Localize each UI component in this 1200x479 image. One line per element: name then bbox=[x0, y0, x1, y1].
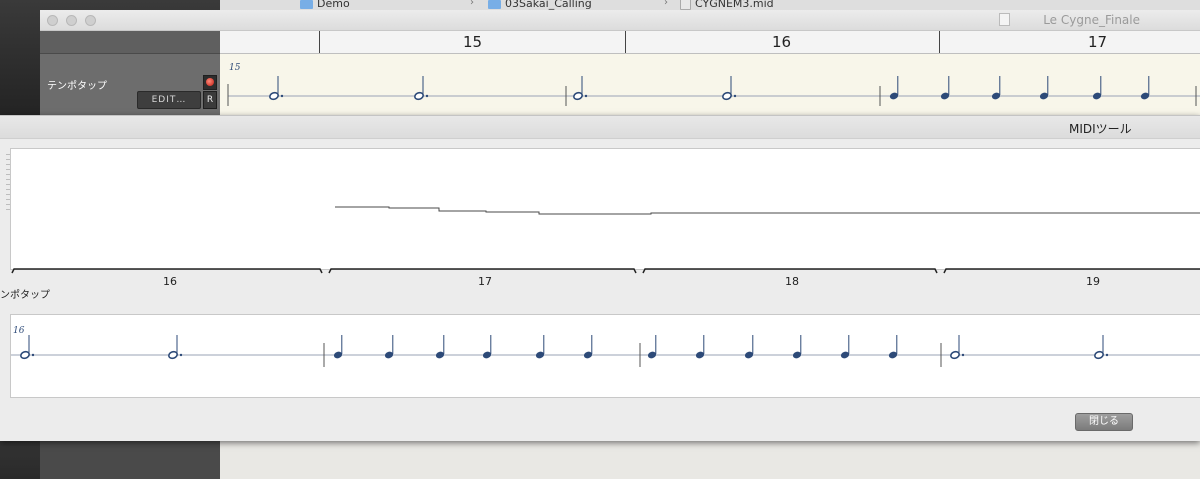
notation-staff: 16 bbox=[11, 326, 1200, 367]
bar-number: 16 bbox=[772, 33, 792, 51]
bar-number: 15 bbox=[463, 33, 483, 51]
score-staff: 15 bbox=[227, 63, 1200, 106]
led-indicator-icon bbox=[206, 78, 214, 86]
dot bbox=[425, 94, 429, 98]
tempo-graph[interactable] bbox=[10, 148, 1200, 270]
measure-bracket bbox=[11, 268, 323, 274]
graph-scale bbox=[0, 148, 10, 268]
midi-tool-titlebar: MIDIツール bbox=[0, 116, 1200, 139]
note-group bbox=[227, 76, 1197, 106]
path-separator: › bbox=[470, 0, 474, 8]
measure-bracket bbox=[328, 268, 637, 274]
dot bbox=[584, 94, 588, 98]
track-header[interactable]: テンポタップ EDIT… R bbox=[40, 31, 220, 120]
zoom-window-button[interactable] bbox=[85, 15, 96, 26]
midi-tool-track-label: ンポタップ bbox=[0, 290, 50, 301]
tempo-graph-svg bbox=[335, 206, 1200, 215]
dot bbox=[733, 94, 737, 98]
bar-line bbox=[939, 31, 940, 53]
measure-number: 16 bbox=[163, 275, 177, 288]
edit-button[interactable]: EDIT… bbox=[137, 91, 201, 109]
measure-bracket bbox=[642, 268, 938, 274]
measure-number-label: 15 bbox=[229, 63, 241, 73]
main-window: Le Cygne_Finale テンポタップ EDIT… R 15 16 17 … bbox=[40, 10, 1200, 120]
dot bbox=[31, 353, 35, 357]
path-crumb-demo[interactable]: Demo bbox=[300, 0, 350, 10]
tempo-curve bbox=[335, 206, 1200, 215]
midi-tool-title: MIDIツール bbox=[1069, 122, 1132, 136]
measure-brackets bbox=[11, 268, 1200, 274]
path-crumb-folder[interactable]: 03Sakai_Calling bbox=[488, 0, 592, 10]
path-separator: › bbox=[664, 0, 668, 8]
measure-bracket bbox=[943, 268, 1200, 274]
bar-number: 17 bbox=[1088, 33, 1108, 51]
minimize-window-button[interactable] bbox=[66, 15, 77, 26]
folder-icon bbox=[488, 0, 501, 9]
measure-number: 18 bbox=[785, 275, 799, 288]
file-icon bbox=[680, 0, 691, 10]
document-icon bbox=[999, 13, 1010, 26]
dot bbox=[961, 353, 965, 357]
dot bbox=[179, 353, 183, 357]
close-button[interactable]: 閉じる bbox=[1075, 413, 1133, 431]
dot bbox=[280, 94, 284, 98]
measure-number: 19 bbox=[1086, 275, 1100, 288]
measure-bracket-row: 16 17 18 19 bbox=[10, 266, 1200, 288]
note-group bbox=[20, 335, 1109, 367]
bar-line bbox=[319, 31, 320, 53]
record-enable-button[interactable]: R bbox=[203, 91, 217, 109]
window-titlebar: Le Cygne_Finale bbox=[40, 10, 1200, 31]
track-column-lower bbox=[40, 440, 220, 479]
window-title: Le Cygne_Finale bbox=[1043, 13, 1140, 27]
dot bbox=[1105, 353, 1109, 357]
track-name: テンポタップ bbox=[47, 81, 107, 92]
path-crumb-file[interactable]: CYGNEM3.mid bbox=[680, 0, 774, 10]
bar-ruler[interactable]: 15 16 17 bbox=[220, 31, 1200, 54]
measure-number: 17 bbox=[478, 275, 492, 288]
score-lane[interactable]: 15 bbox=[220, 54, 1200, 120]
folder-icon bbox=[300, 0, 313, 9]
midi-tool-notation[interactable]: 16 bbox=[10, 314, 1200, 398]
measure-number-label: 16 bbox=[13, 326, 25, 336]
midi-tool-window: MIDIツール 16 17 18 19 ンポタップ 16 閉じる bbox=[0, 115, 1200, 441]
close-window-button[interactable] bbox=[47, 15, 58, 26]
bar-line bbox=[625, 31, 626, 53]
track-header-top bbox=[40, 31, 220, 54]
record-led bbox=[203, 75, 217, 90]
